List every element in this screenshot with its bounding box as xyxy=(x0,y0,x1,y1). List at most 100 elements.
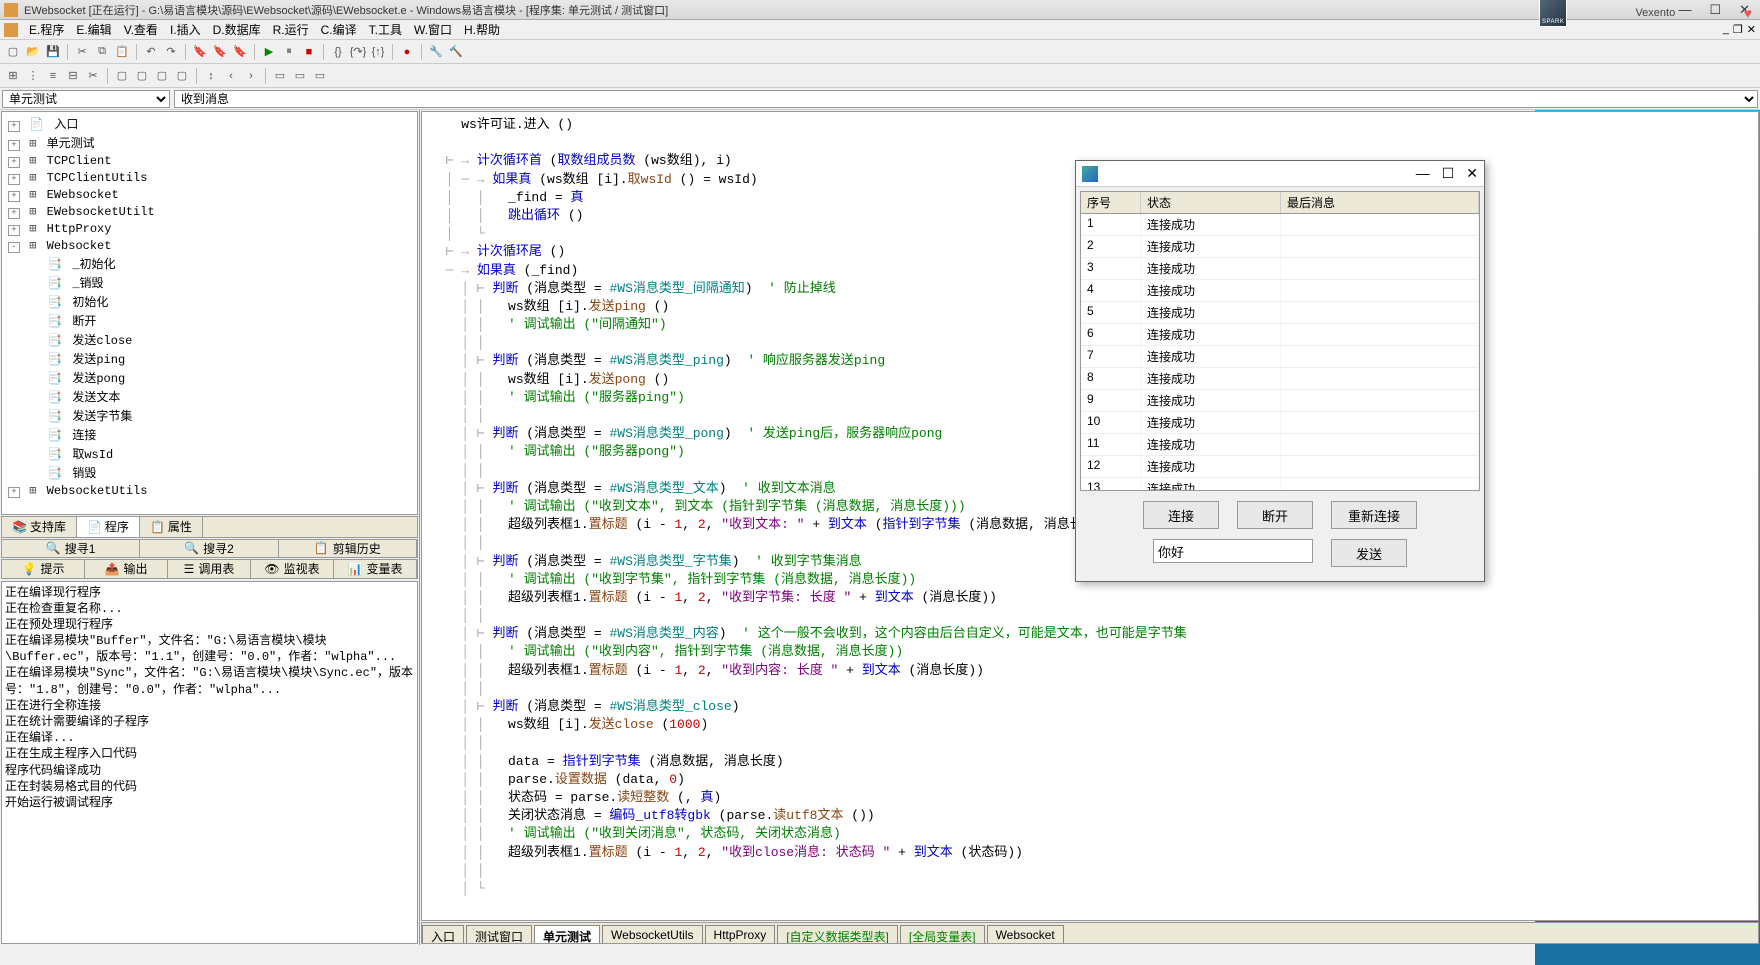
tab-program[interactable]: 📄 程序 xyxy=(77,517,140,537)
class-combo[interactable]: 单元测试 xyxy=(2,90,170,108)
tb2-2[interactable]: ⋮ xyxy=(24,67,42,85)
tree-item[interactable]: + ⊞ TCPClient xyxy=(4,152,415,169)
tree-item[interactable]: - ⊞ Websocket xyxy=(4,237,415,254)
menu-run[interactable]: R.运行 xyxy=(268,20,314,39)
list-row[interactable]: 10连接成功 xyxy=(1081,412,1479,434)
menu-program[interactable]: E.程序 xyxy=(24,20,69,39)
list-row[interactable]: 7连接成功 xyxy=(1081,346,1479,368)
tree-item[interactable]: 📑 发送ping xyxy=(4,349,415,368)
hint-tab[interactable]: 💡 提示 xyxy=(2,560,85,577)
tb2-4[interactable]: ⊟ xyxy=(64,67,82,85)
menu-database[interactable]: D.数据库 xyxy=(208,20,266,39)
output-tab[interactable]: 📤 输出 xyxy=(85,560,168,577)
menu-view[interactable]: V.查看 xyxy=(119,20,163,39)
tb-bookmark3[interactable]: 🔖 xyxy=(231,43,249,61)
menu-window[interactable]: W.窗口 xyxy=(409,20,457,39)
list-row[interactable]: 1连接成功 xyxy=(1081,214,1479,236)
list-row[interactable]: 3连接成功 xyxy=(1081,258,1479,280)
menu-compile[interactable]: C.编译 xyxy=(316,20,362,39)
tb-undo[interactable]: ↶ xyxy=(142,43,160,61)
tb2-13[interactable]: ▭ xyxy=(271,67,289,85)
tb2-11[interactable]: ‹ xyxy=(222,67,240,85)
tree-item[interactable]: + ⊞ WebsocketUtils xyxy=(4,482,415,499)
tree-item[interactable]: 📑 _初始化 xyxy=(4,254,415,273)
tree-item[interactable]: 📑 发送字节集 xyxy=(4,406,415,425)
ed-tab-wsutils[interactable]: WebsocketUtils xyxy=(602,925,702,943)
menu-edit[interactable]: E.编辑 xyxy=(71,20,116,39)
tb-stepover[interactable]: {↷} xyxy=(349,43,367,61)
dialog-titlebar[interactable]: — ☐ ✕ xyxy=(1076,161,1484,187)
tab-property[interactable]: 📋 属性 xyxy=(140,517,203,537)
disconnect-button[interactable]: 断开 xyxy=(1237,501,1313,529)
menu-tools[interactable]: T.工具 xyxy=(364,20,407,39)
tb-save[interactable]: 💾 xyxy=(44,43,62,61)
ed-tab-httpproxy[interactable]: HttpProxy xyxy=(705,925,776,943)
music-player-widget[interactable]: Vexento ♥ xyxy=(1533,0,1758,26)
tree-item[interactable]: 📑 初始化 xyxy=(4,292,415,311)
tb2-8[interactable]: ▢ xyxy=(153,67,171,85)
tb2-15[interactable]: ▭ xyxy=(311,67,329,85)
list-row[interactable]: 5连接成功 xyxy=(1081,302,1479,324)
dialog-close[interactable]: ✕ xyxy=(1466,165,1478,182)
reconnect-button[interactable]: 重新连接 xyxy=(1331,501,1417,529)
ed-tab-websocket[interactable]: Websocket xyxy=(987,925,1064,943)
ed-tab-unit[interactable]: 单元测试 xyxy=(534,925,600,943)
list-row[interactable]: 8连接成功 xyxy=(1081,368,1479,390)
tb-tool1[interactable]: 🔧 xyxy=(427,43,445,61)
tb-redo[interactable]: ↷ xyxy=(162,43,180,61)
dialog-maximize[interactable]: ☐ xyxy=(1442,165,1455,182)
list-row[interactable]: 4连接成功 xyxy=(1081,280,1479,302)
tree-item[interactable]: + ⊞ TCPClientUtils xyxy=(4,169,415,186)
tree-item[interactable]: + 📄 入口 xyxy=(4,114,415,133)
tb-tool2[interactable]: 🔨 xyxy=(447,43,465,61)
tab-support-lib[interactable]: 📚 支持库 xyxy=(2,517,77,537)
member-combo[interactable]: 收到消息 xyxy=(174,90,1758,108)
tb2-1[interactable]: ⊞ xyxy=(4,67,22,85)
col-seq[interactable]: 序号 xyxy=(1081,192,1141,213)
watch-tab[interactable]: 👁 监视表 xyxy=(251,560,334,577)
ed-tab-globals[interactable]: [全局变量表] xyxy=(900,925,985,943)
ed-tab-datatypes[interactable]: [自定义数据类型表] xyxy=(777,925,898,943)
find2-tab[interactable]: 🔍 搜寻2 xyxy=(140,540,278,557)
tb-bookmark2[interactable]: 🔖 xyxy=(211,43,229,61)
vars-tab[interactable]: 📊 变量表 xyxy=(334,560,417,577)
tb2-14[interactable]: ▭ xyxy=(291,67,309,85)
tb-stop[interactable]: ■ xyxy=(300,43,318,61)
tree-item[interactable]: 📑 _销毁 xyxy=(4,273,415,292)
tb-stepinto[interactable]: {} xyxy=(329,43,347,61)
find1-tab[interactable]: 🔍 搜寻1 xyxy=(2,540,140,557)
tree-item[interactable]: + ⊞ 单元测试 xyxy=(4,133,415,152)
tb2-9[interactable]: ▢ xyxy=(173,67,191,85)
connect-button[interactable]: 连接 xyxy=(1143,501,1219,529)
connection-listview[interactable]: 序号 状态 最后消息 1连接成功2连接成功3连接成功4连接成功5连接成功6连接成… xyxy=(1080,191,1480,491)
menu-insert[interactable]: I.插入 xyxy=(165,20,206,39)
tb2-12[interactable]: › xyxy=(242,67,260,85)
tb2-3[interactable]: ≡ xyxy=(44,67,62,85)
tb-cut[interactable]: ✂ xyxy=(73,43,91,61)
list-row[interactable]: 12连接成功 xyxy=(1081,456,1479,478)
tb-bookmark[interactable]: 🔖 xyxy=(191,43,209,61)
tb-copy[interactable]: ⧉ xyxy=(93,43,111,61)
tree-item[interactable]: 📑 销毁 xyxy=(4,463,415,482)
list-row[interactable]: 6连接成功 xyxy=(1081,324,1479,346)
output-log[interactable]: 正在编译现行程序正在检查重复名称...正在预处理现行程序正在编译易模块"Buff… xyxy=(1,581,418,944)
tree-item[interactable]: 📑 发送close xyxy=(4,330,415,349)
tree-item[interactable]: 📑 断开 xyxy=(4,311,415,330)
col-status[interactable]: 状态 xyxy=(1141,192,1281,213)
tree-item[interactable]: 📑 连接 xyxy=(4,425,415,444)
tree-item[interactable]: 📑 取wsId xyxy=(4,444,415,463)
list-row[interactable]: 11连接成功 xyxy=(1081,434,1479,456)
tree-item[interactable]: 📑 发送文本 xyxy=(4,387,415,406)
tb-open[interactable]: 📂 xyxy=(24,43,42,61)
tb2-7[interactable]: ▢ xyxy=(133,67,151,85)
tb-new[interactable]: ▢ xyxy=(4,43,22,61)
tb-run[interactable]: ▶ xyxy=(260,43,278,61)
menu-help[interactable]: H.帮助 xyxy=(459,20,505,39)
clip-tab[interactable]: 📋 剪辑历史 xyxy=(279,540,417,557)
dialog-minimize[interactable]: — xyxy=(1416,165,1430,182)
send-button[interactable]: 发送 xyxy=(1331,539,1407,567)
tree-item[interactable]: + ⊞ EWebsocketUtilt xyxy=(4,203,415,220)
call-tab[interactable]: ☰ 调用表 xyxy=(168,560,251,577)
tb-pause[interactable]: ⏸ xyxy=(280,43,298,61)
tb-breakpoint[interactable]: ● xyxy=(398,43,416,61)
